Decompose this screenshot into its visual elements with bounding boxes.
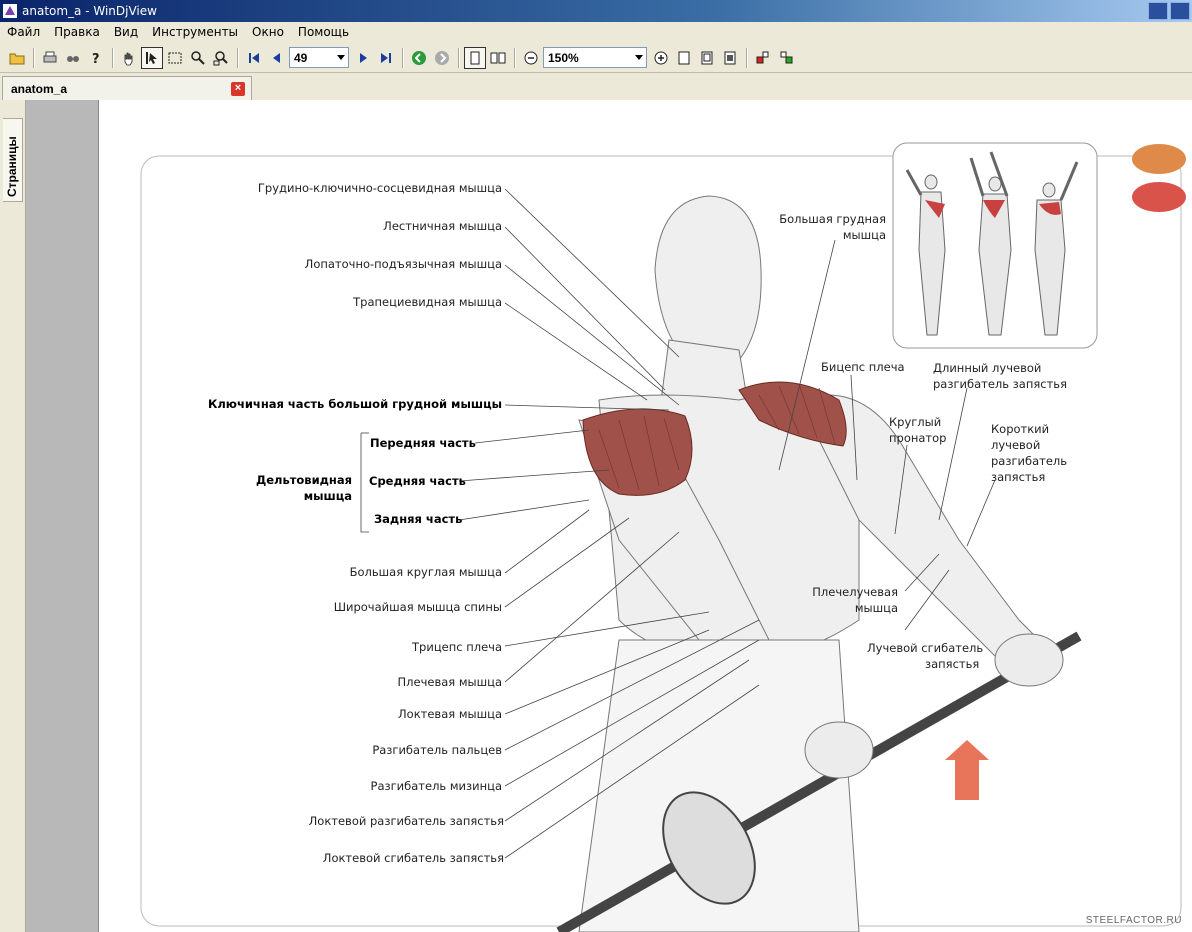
label-brachioradialis-2: мышца bbox=[854, 601, 898, 615]
anatomy-illustration bbox=[140, 142, 1186, 932]
facing-pages-icon[interactable] bbox=[487, 47, 509, 69]
document-page: Грудино-ключично-сосцевидная мышца Лестн… bbox=[98, 100, 1192, 932]
zoom-rect-icon[interactable] bbox=[210, 47, 232, 69]
label-brachioradialis-1: Плечелучевая bbox=[812, 585, 898, 599]
menu-tools[interactable]: Инструменты bbox=[145, 25, 245, 39]
menu-bar: Файл Правка Вид Инструменты Окно Помощь bbox=[0, 22, 1192, 42]
document-gutter bbox=[26, 100, 98, 932]
chevron-down-icon[interactable] bbox=[337, 55, 345, 60]
window-title: anatom_a - WinDjView bbox=[22, 4, 157, 18]
inset-figures bbox=[892, 142, 1098, 349]
label-anconeus: Локтевая мышца bbox=[398, 707, 502, 721]
label-triceps: Трицепс плеча bbox=[412, 640, 502, 654]
open-icon[interactable] bbox=[6, 47, 28, 69]
label-ext-digitorum: Разгибатель пальцев bbox=[372, 743, 502, 757]
label-clavicular-pectoralis: Ключичная часть большой грудной мышцы bbox=[207, 397, 502, 411]
label-flexor-carpi-ulnaris: Локтевой сгибатель запястья bbox=[322, 851, 504, 865]
label-deltoid-line2: мышца bbox=[303, 489, 352, 503]
menu-edit[interactable]: Правка bbox=[47, 25, 107, 39]
toolbar: ? 49 150% bbox=[0, 43, 1192, 73]
zoom-value: 150% bbox=[548, 50, 579, 65]
label-deltoid-middle: Средняя часть bbox=[369, 474, 466, 488]
minimize-button[interactable] bbox=[1148, 2, 1168, 20]
zoom-combo[interactable]: 150% bbox=[543, 47, 647, 68]
label-sternocleidomastoid: Грудино-ключично-сосцевидная мышца bbox=[257, 181, 502, 195]
title-bar: anatom_a - WinDjView bbox=[0, 0, 1192, 22]
svg-text:?: ? bbox=[92, 52, 100, 66]
rotate-right-icon[interactable] bbox=[775, 47, 797, 69]
find-icon[interactable] bbox=[62, 47, 84, 69]
menu-view[interactable]: Вид bbox=[107, 25, 145, 39]
zoom-in-tool-icon[interactable] bbox=[187, 47, 209, 69]
fit-page-icon[interactable] bbox=[673, 47, 695, 69]
label-trapezius: Трапециевидная мышца bbox=[353, 295, 502, 309]
forward-icon[interactable] bbox=[431, 47, 453, 69]
label-teres-major: Большая круглая мышца bbox=[349, 565, 502, 579]
fit-width-icon[interactable] bbox=[696, 47, 718, 69]
rotate-left-icon[interactable] bbox=[752, 47, 774, 69]
pages-tab-label: Страницы bbox=[5, 136, 19, 197]
label-pectoralis-major-2: мышца bbox=[842, 228, 886, 242]
label-flexor-carpi-radialis-2: запястья bbox=[925, 657, 980, 671]
first-page-icon[interactable] bbox=[243, 47, 265, 69]
single-page-icon[interactable] bbox=[464, 46, 486, 69]
select-tool-icon[interactable] bbox=[141, 46, 163, 69]
help-icon[interactable]: ? bbox=[85, 47, 107, 69]
close-icon[interactable]: × bbox=[231, 82, 245, 96]
legend-secondary-swatch bbox=[1132, 144, 1186, 174]
label-ext-carpi-longus-1: Длинный лучевой bbox=[933, 361, 1042, 375]
label-ext-carpi-brevis-3: разгибатель bbox=[991, 454, 1068, 468]
prev-page-icon[interactable] bbox=[266, 47, 288, 69]
label-ext-carpi-brevis-4: запястья bbox=[991, 470, 1046, 484]
windjview-app-icon bbox=[3, 4, 17, 18]
actual-size-icon[interactable] bbox=[719, 47, 741, 69]
watermark: STEELFACTOR.RU bbox=[1085, 915, 1182, 926]
menu-window[interactable]: Окно bbox=[245, 25, 291, 39]
label-omohyoid: Лопаточно-подъязычная мышца bbox=[304, 257, 502, 271]
label-ext-carpi-ulnaris: Локтевой разгибатель запястья bbox=[308, 814, 504, 828]
last-page-icon[interactable] bbox=[375, 47, 397, 69]
tab-label: anatom_a bbox=[11, 82, 68, 96]
label-ext-carpi-brevis-1: Короткий bbox=[991, 422, 1050, 436]
maximize-button[interactable] bbox=[1170, 2, 1190, 20]
page-number-combo[interactable]: 49 bbox=[289, 47, 349, 68]
label-ext-digiti-minimi: Разгибатель мизинца bbox=[370, 779, 502, 793]
document-tab-strip: anatom_a × bbox=[0, 74, 1192, 100]
label-deltoid-line1: Дельтовидная bbox=[255, 473, 352, 487]
rect-select-icon[interactable] bbox=[164, 47, 186, 69]
side-panel: Страницы bbox=[0, 100, 26, 932]
zoom-out-icon[interactable] bbox=[520, 47, 542, 69]
label-brachialis: Плечевая мышца bbox=[397, 675, 503, 689]
zoom-in-icon[interactable] bbox=[650, 47, 672, 69]
chevron-down-icon[interactable] bbox=[635, 55, 643, 60]
label-deltoid-anterior: Передняя часть bbox=[370, 436, 476, 450]
pages-sidebar-tab[interactable]: Страницы bbox=[3, 118, 23, 202]
label-deltoid-posterior: Задняя часть bbox=[374, 512, 463, 526]
label-scalene: Лестничная мышца bbox=[383, 219, 502, 233]
upward-arrow-icon bbox=[945, 740, 989, 800]
page-number-value: 49 bbox=[294, 50, 308, 65]
legend-primary-swatch bbox=[1132, 182, 1186, 212]
print-icon[interactable] bbox=[39, 47, 61, 69]
next-page-icon[interactable] bbox=[352, 47, 374, 69]
menu-help[interactable]: Помощь bbox=[291, 25, 356, 39]
hand-tool-icon[interactable] bbox=[118, 47, 140, 69]
tab-anatom-a[interactable]: anatom_a × bbox=[2, 76, 252, 100]
label-ext-carpi-brevis-2: лучевой bbox=[991, 438, 1041, 452]
menu-file[interactable]: Файл bbox=[0, 25, 47, 39]
label-ext-carpi-longus-2: разгибатель запястья bbox=[933, 377, 1067, 391]
label-pronator-2: пронатор bbox=[889, 431, 947, 445]
back-icon[interactable] bbox=[408, 47, 430, 69]
label-latissimus: Широчайшая мышца спины bbox=[333, 600, 502, 614]
label-biceps: Бицепс плеча bbox=[821, 360, 905, 374]
label-pectoralis-major-1: Большая грудная bbox=[779, 212, 886, 226]
label-pronator-1: Круглый bbox=[889, 415, 942, 429]
label-flexor-carpi-radialis-1: Лучевой сгибатель bbox=[867, 641, 984, 655]
